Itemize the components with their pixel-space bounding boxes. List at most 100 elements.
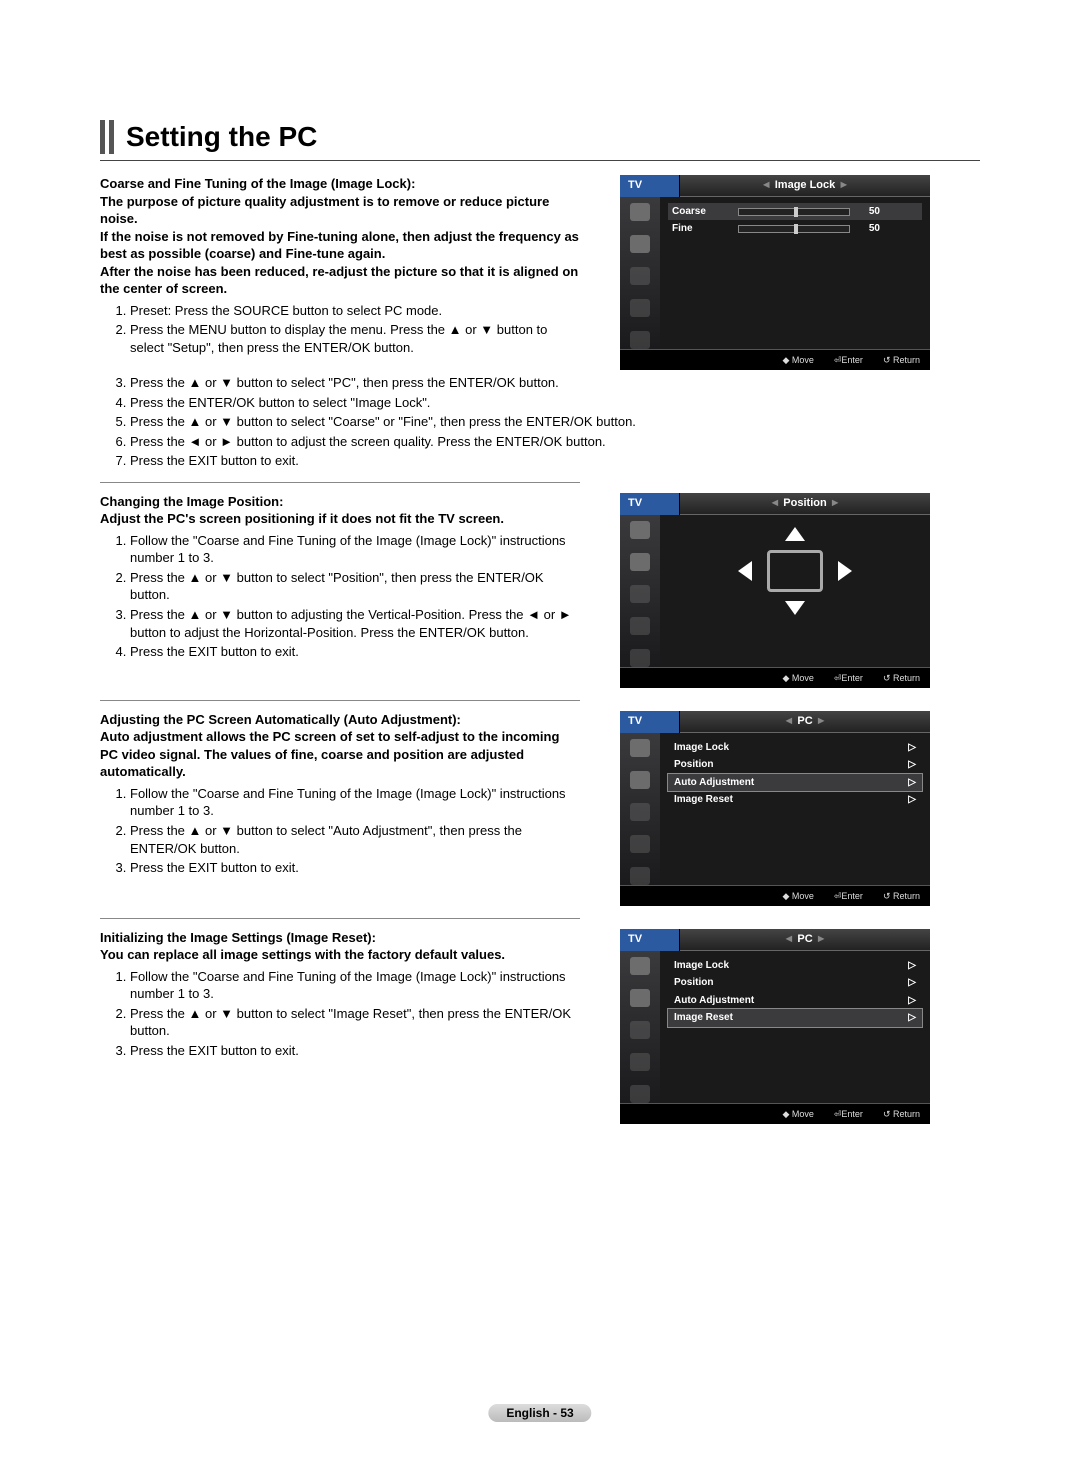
heading: Initializing the Image Settings (Image R… (100, 929, 580, 947)
setup-icon (630, 835, 650, 853)
osd-main (660, 515, 930, 667)
osd-tv-label: TV (620, 929, 680, 951)
step: Press the ▲ or ▼ button to adjusting the… (130, 606, 580, 641)
arrow-down-icon[interactable] (785, 601, 805, 615)
page-title: Setting the PC (126, 121, 317, 153)
step: Press the EXIT button to exit. (130, 859, 580, 877)
heading: Adjusting the PC Screen Automatically (A… (100, 711, 580, 729)
step: Press the EXIT button to exit. (130, 452, 920, 470)
channel-icon (630, 1021, 650, 1039)
osd-tv-label: TV (620, 175, 680, 197)
osd-main: Image Lock▷ Position▷ Auto Adjustment▷ I… (660, 951, 930, 1103)
tv-icon (767, 550, 823, 592)
step: Follow the "Coarse and Fine Tuning of th… (130, 785, 580, 820)
sound-icon (630, 989, 650, 1007)
setup-icon (630, 1053, 650, 1071)
osd-title: ◄ PC ► (680, 711, 930, 733)
steps-cont: Press the ▲ or ▼ button to select "PC", … (100, 374, 920, 470)
menu-item-auto-adjustment[interactable]: Auto Adjustment▷ (668, 992, 922, 1010)
osd-image-lock: TV ◄ Image Lock ► Coarse (620, 175, 930, 370)
position-diagram (705, 521, 885, 621)
step: Follow the "Coarse and Fine Tuning of th… (130, 968, 580, 1003)
step: Press the EXIT button to exit. (130, 1042, 580, 1060)
steps: Follow the "Coarse and Fine Tuning of th… (100, 532, 580, 661)
input-icon (630, 867, 650, 885)
slider-fine[interactable]: Fine 50 (668, 220, 922, 238)
menu-item-image-lock[interactable]: Image Lock▷ (668, 957, 922, 975)
text-auto-adjust: Adjusting the PC Screen Automatically (A… (100, 711, 580, 879)
sound-icon (630, 235, 650, 253)
channel-icon (630, 585, 650, 603)
heading: Coarse and Fine Tuning of the Image (Ima… (100, 175, 580, 193)
osd-footer: Move Enter Return (620, 349, 930, 370)
page-title-row: Setting the PC (100, 120, 980, 154)
step: Follow the "Coarse and Fine Tuning of th… (130, 532, 580, 567)
picture-icon (630, 957, 650, 975)
title-decoration (100, 120, 114, 154)
channel-icon (630, 803, 650, 821)
steps: Preset: Press the SOURCE button to selec… (100, 302, 580, 357)
setup-icon (630, 299, 650, 317)
heading: Changing the Image Position: (100, 493, 580, 511)
divider (100, 700, 580, 701)
menu-item-image-reset[interactable]: Image Reset▷ (668, 791, 922, 809)
menu-item-position[interactable]: Position▷ (668, 974, 922, 992)
slider-bar (738, 225, 850, 233)
osd-position: TV ◄ Position ► (620, 493, 930, 688)
osd-pc-auto: TV ◄ PC ► Image Lock▷ Position▷ Auto A (620, 711, 930, 906)
section-position: TV ◄ Position ► (100, 493, 930, 688)
chevron-right-icon: ▷ (908, 959, 916, 973)
section-auto-adjust: TV ◄ PC ► Image Lock▷ Position▷ Auto A (100, 711, 930, 906)
osd-title: ◄ PC ► (680, 929, 930, 951)
channel-icon (630, 267, 650, 285)
menu-item-position[interactable]: Position▷ (668, 756, 922, 774)
arrow-up-icon[interactable] (785, 527, 805, 541)
step: Preset: Press the SOURCE button to selec… (130, 302, 580, 320)
text-image-reset: Initializing the Image Settings (Image R… (100, 929, 580, 1062)
input-icon (630, 1085, 650, 1103)
osd-title: ◄ Image Lock ► (680, 175, 930, 197)
osd-pc-reset: TV ◄ PC ► Image Lock▷ Position▷ Auto A (620, 929, 930, 1124)
chevron-right-icon: ▷ (908, 994, 916, 1008)
page: Setting the PC TV ◄ Image Lock ► (0, 0, 1080, 1472)
input-icon (630, 331, 650, 349)
osd-footer: Move Enter Return (620, 667, 930, 688)
step: Press the ENTER/OK button to select "Ima… (130, 394, 920, 412)
step: Press the MENU button to display the men… (130, 321, 580, 356)
osd-tv-label: TV (620, 493, 680, 515)
step: Press the ▲ or ▼ button to select "Coars… (130, 413, 920, 431)
intro: Adjust the PC's screen positioning if it… (100, 510, 580, 528)
divider (100, 482, 580, 483)
chevron-right-icon: ▷ (908, 758, 916, 772)
step: Press the ▲ or ▼ button to select "PC", … (130, 374, 920, 392)
chevron-right-icon: ▷ (908, 1011, 916, 1025)
menu-item-image-lock[interactable]: Image Lock▷ (668, 739, 922, 757)
steps: Follow the "Coarse and Fine Tuning of th… (100, 785, 580, 877)
picture-icon (630, 203, 650, 221)
osd-sidebar (620, 733, 660, 885)
osd-footer: Move Enter Return (620, 885, 930, 906)
intro: The purpose of picture quality adjustmen… (100, 193, 580, 298)
section-image-reset: TV ◄ PC ► Image Lock▷ Position▷ Auto A (100, 929, 930, 1124)
menu-item-auto-adjustment[interactable]: Auto Adjustment▷ (668, 774, 922, 792)
step: Press the ▲ or ▼ button to select "Auto … (130, 822, 580, 857)
picture-icon (630, 739, 650, 757)
divider (100, 160, 980, 161)
arrow-right-icon[interactable] (838, 561, 852, 581)
chevron-right-icon: ▷ (908, 741, 916, 755)
osd-main: Coarse 50 Fine 50 (660, 197, 930, 349)
text-image-lock: Coarse and Fine Tuning of the Image (Ima… (100, 175, 580, 358)
slider-coarse[interactable]: Coarse 50 (668, 203, 922, 221)
intro: Auto adjustment allows the PC screen of … (100, 728, 580, 781)
intro: You can replace all image settings with … (100, 946, 580, 964)
arrow-left-icon[interactable] (738, 561, 752, 581)
chevron-right-icon: ▷ (908, 976, 916, 990)
page-number: English - 53 (488, 1404, 591, 1422)
osd-sidebar (620, 515, 660, 667)
chevron-right-icon: ▷ (908, 793, 916, 807)
osd-sidebar (620, 951, 660, 1103)
content: TV ◄ Image Lock ► Coarse (100, 175, 930, 1124)
divider (100, 918, 580, 919)
step: Press the ▲ or ▼ button to select "Posit… (130, 569, 580, 604)
menu-item-image-reset[interactable]: Image Reset▷ (668, 1009, 922, 1027)
